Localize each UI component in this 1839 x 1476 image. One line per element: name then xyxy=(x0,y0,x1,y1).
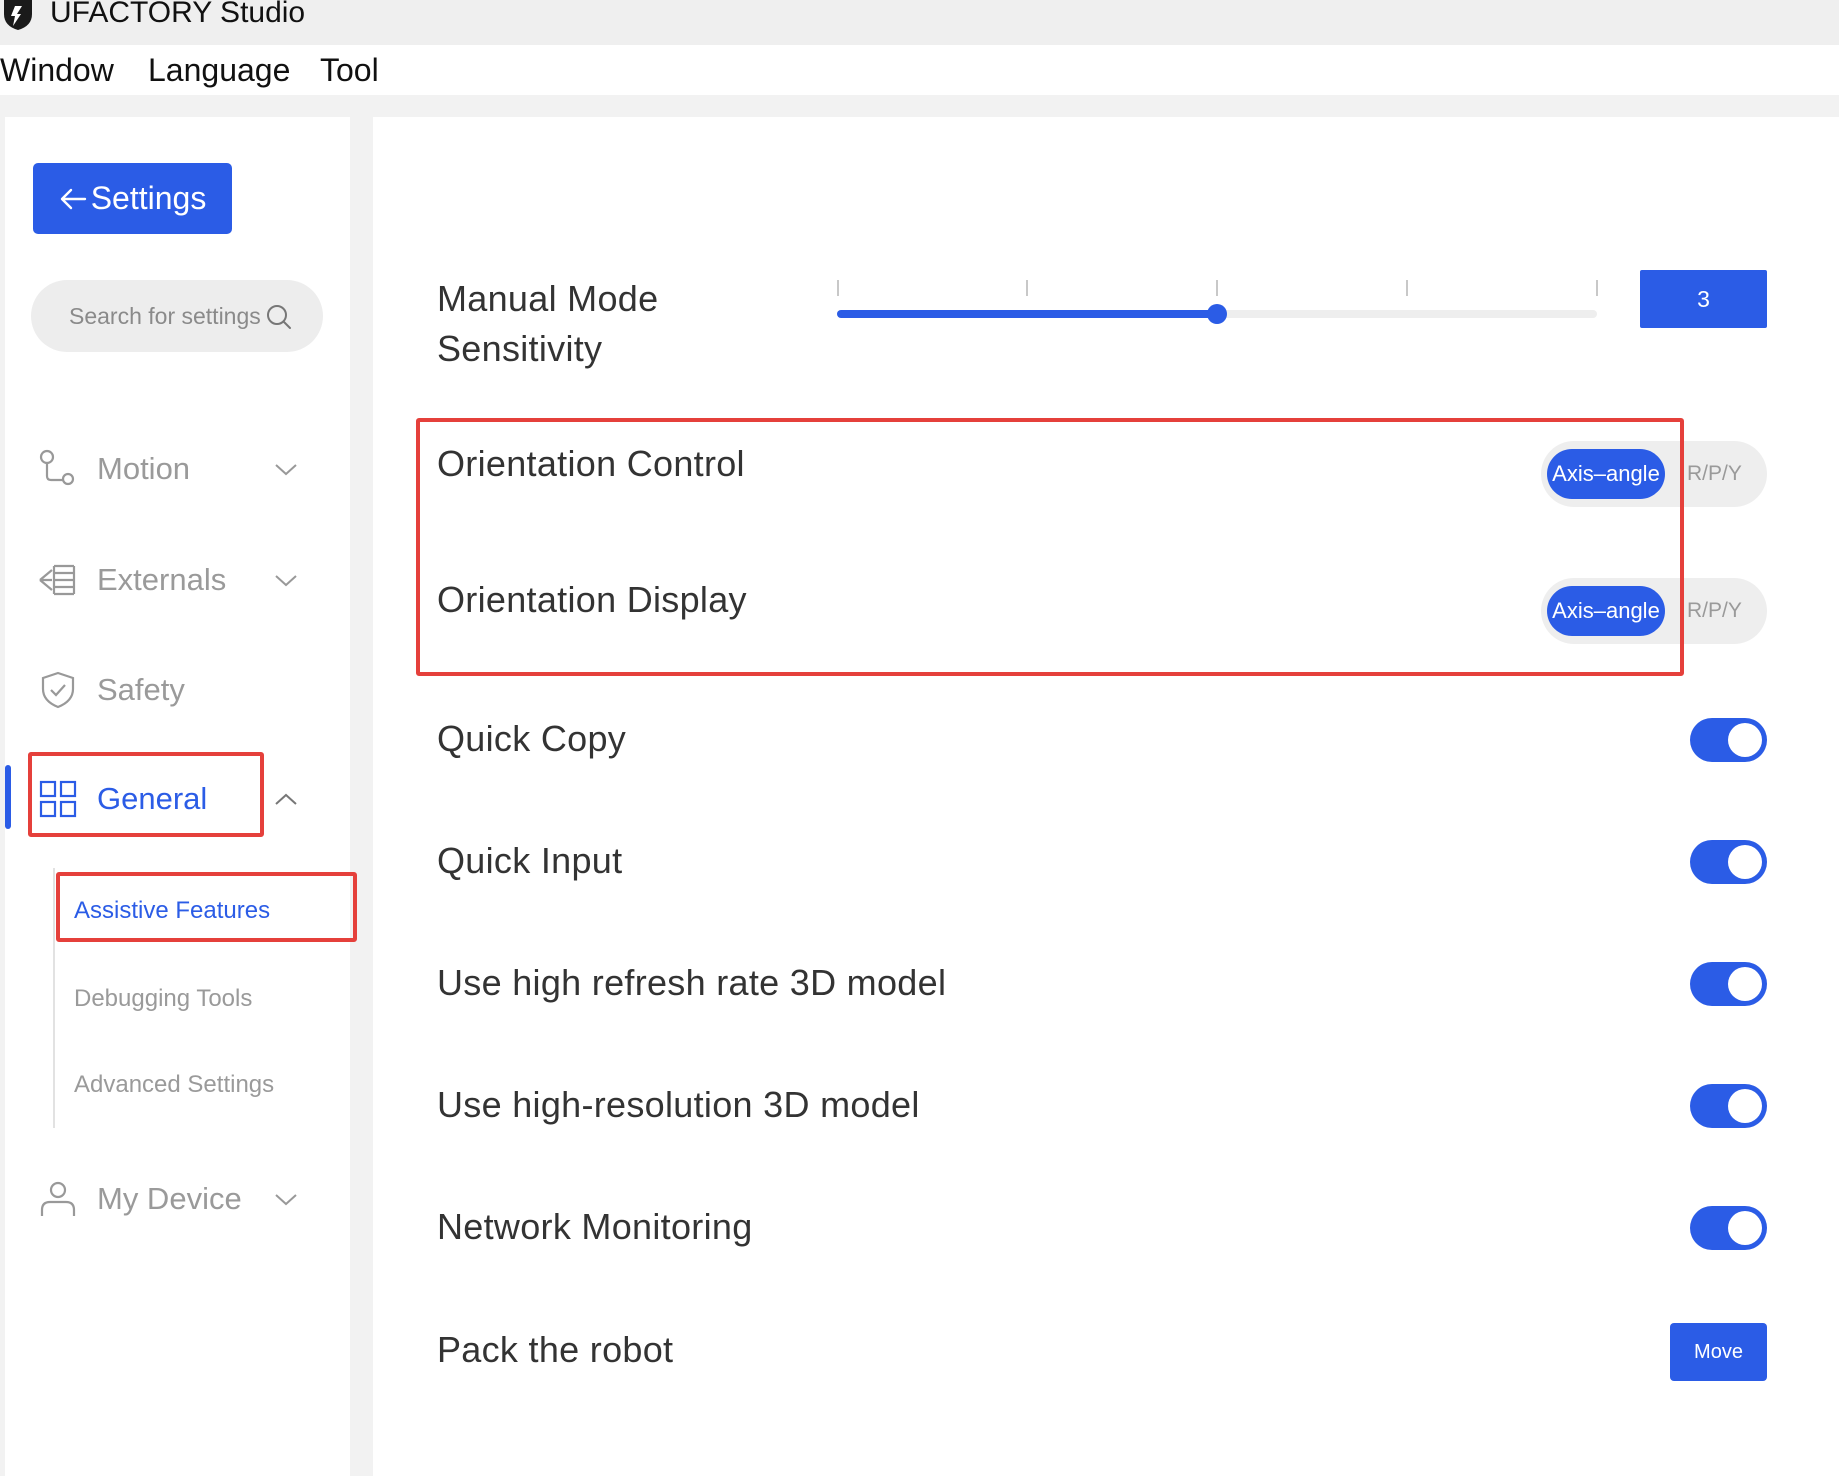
quick-copy-toggle[interactable] xyxy=(1690,718,1767,762)
grid-icon xyxy=(39,780,77,818)
sidebar-item-label: Safety xyxy=(97,672,185,707)
slider-tick xyxy=(1406,280,1408,296)
sidebar-item-general[interactable]: General xyxy=(37,772,307,826)
chevron-down-icon[interactable] xyxy=(273,1190,299,1208)
orientation-display-switch[interactable]: Axis–angle R/P/Y xyxy=(1541,578,1767,644)
sidebar-item-motion[interactable]: Motion xyxy=(37,442,307,496)
sensitivity-label-line1: Manual Mode xyxy=(437,278,659,319)
sidebar-item-label: My Device xyxy=(97,1181,242,1216)
chevron-down-icon[interactable] xyxy=(273,460,299,478)
menu-bar: Window Language Tool xyxy=(0,45,1839,95)
app-logo-icon xyxy=(4,0,32,30)
app-title: UFACTORY Studio xyxy=(50,0,306,29)
sidebar-item-safety[interactable]: Safety xyxy=(37,663,307,717)
settings-back-button[interactable]: Settings xyxy=(33,163,232,234)
toggle-knob xyxy=(1728,1211,1762,1245)
orientation-display-label: Orientation Display xyxy=(437,579,747,620)
high-refresh-label: Use high refresh rate 3D model xyxy=(437,962,947,1003)
network-monitoring-toggle[interactable] xyxy=(1690,1206,1767,1250)
slider-tick xyxy=(1596,280,1598,296)
high-refresh-toggle[interactable] xyxy=(1690,962,1767,1006)
back-button-label: Settings xyxy=(90,180,207,216)
user-icon xyxy=(40,1181,76,1216)
toggle-knob xyxy=(1728,967,1762,1001)
menu-tool[interactable]: Tool xyxy=(320,51,379,89)
network-monitoring-label: Network Monitoring xyxy=(437,1206,753,1247)
slider-fill xyxy=(837,310,1217,318)
sidebar-item-label: Externals xyxy=(97,562,227,597)
search-input[interactable] xyxy=(69,302,264,330)
shield-icon xyxy=(41,671,75,709)
subitem-debugging-tools[interactable]: Debugging Tools xyxy=(74,985,252,1013)
motion-icon xyxy=(39,449,75,486)
subnav-divider xyxy=(53,868,55,1128)
high-res-label: Use high-resolution 3D model xyxy=(437,1084,920,1125)
menu-window[interactable]: Window xyxy=(0,51,114,89)
move-button[interactable]: Move xyxy=(1670,1323,1767,1381)
orientation-display-option-rpy[interactable]: R/P/Y xyxy=(1687,586,1742,636)
slider-tick xyxy=(837,280,839,296)
slider-tick xyxy=(1216,280,1218,296)
chevron-down-icon[interactable] xyxy=(273,571,299,589)
arrow-left-icon xyxy=(60,188,86,209)
sensitivity-value[interactable]: 3 xyxy=(1640,270,1767,328)
title-bar: UFACTORY Studio xyxy=(0,0,1839,45)
subitem-advanced-settings[interactable]: Advanced Settings xyxy=(74,1071,274,1099)
active-indicator xyxy=(5,765,11,829)
sidebar-item-label: Motion xyxy=(97,451,191,486)
externals-icon xyxy=(39,564,76,596)
toggle-knob xyxy=(1728,845,1762,879)
sidebar-item-externals[interactable]: Externals xyxy=(37,553,307,607)
chevron-up-icon[interactable] xyxy=(273,790,299,808)
orientation-control-option-axis-angle[interactable]: Axis–angle xyxy=(1547,449,1665,499)
toggle-knob xyxy=(1728,1089,1762,1123)
search-icon[interactable] xyxy=(266,304,292,330)
quick-input-toggle[interactable] xyxy=(1690,840,1767,884)
high-res-toggle[interactable] xyxy=(1690,1084,1767,1128)
menu-language[interactable]: Language xyxy=(148,51,290,89)
orientation-control-label: Orientation Control xyxy=(437,443,745,484)
orientation-control-switch[interactable]: Axis–angle R/P/Y xyxy=(1541,441,1767,507)
toggle-knob xyxy=(1728,723,1762,757)
sensitivity-label-line2: Sensitivity xyxy=(437,328,603,369)
orientation-control-option-rpy[interactable]: R/P/Y xyxy=(1687,449,1742,499)
slider-thumb[interactable] xyxy=(1207,304,1227,324)
slider-tick xyxy=(1026,280,1028,296)
subitem-assistive-features[interactable]: Assistive Features xyxy=(74,897,270,925)
settings-search[interactable] xyxy=(31,280,323,352)
sidebar-item-my-device[interactable]: My Device xyxy=(37,1172,307,1226)
quick-copy-label: Quick Copy xyxy=(437,718,627,759)
pack-robot-label: Pack the robot xyxy=(437,1329,674,1370)
sidebar-item-label: General xyxy=(97,781,208,816)
sensitivity-slider[interactable] xyxy=(837,280,1599,324)
sensitivity-label: Manual Mode Sensitivity xyxy=(437,274,658,374)
quick-input-label: Quick Input xyxy=(437,840,623,881)
orientation-display-option-axis-angle[interactable]: Axis–angle xyxy=(1547,586,1665,636)
